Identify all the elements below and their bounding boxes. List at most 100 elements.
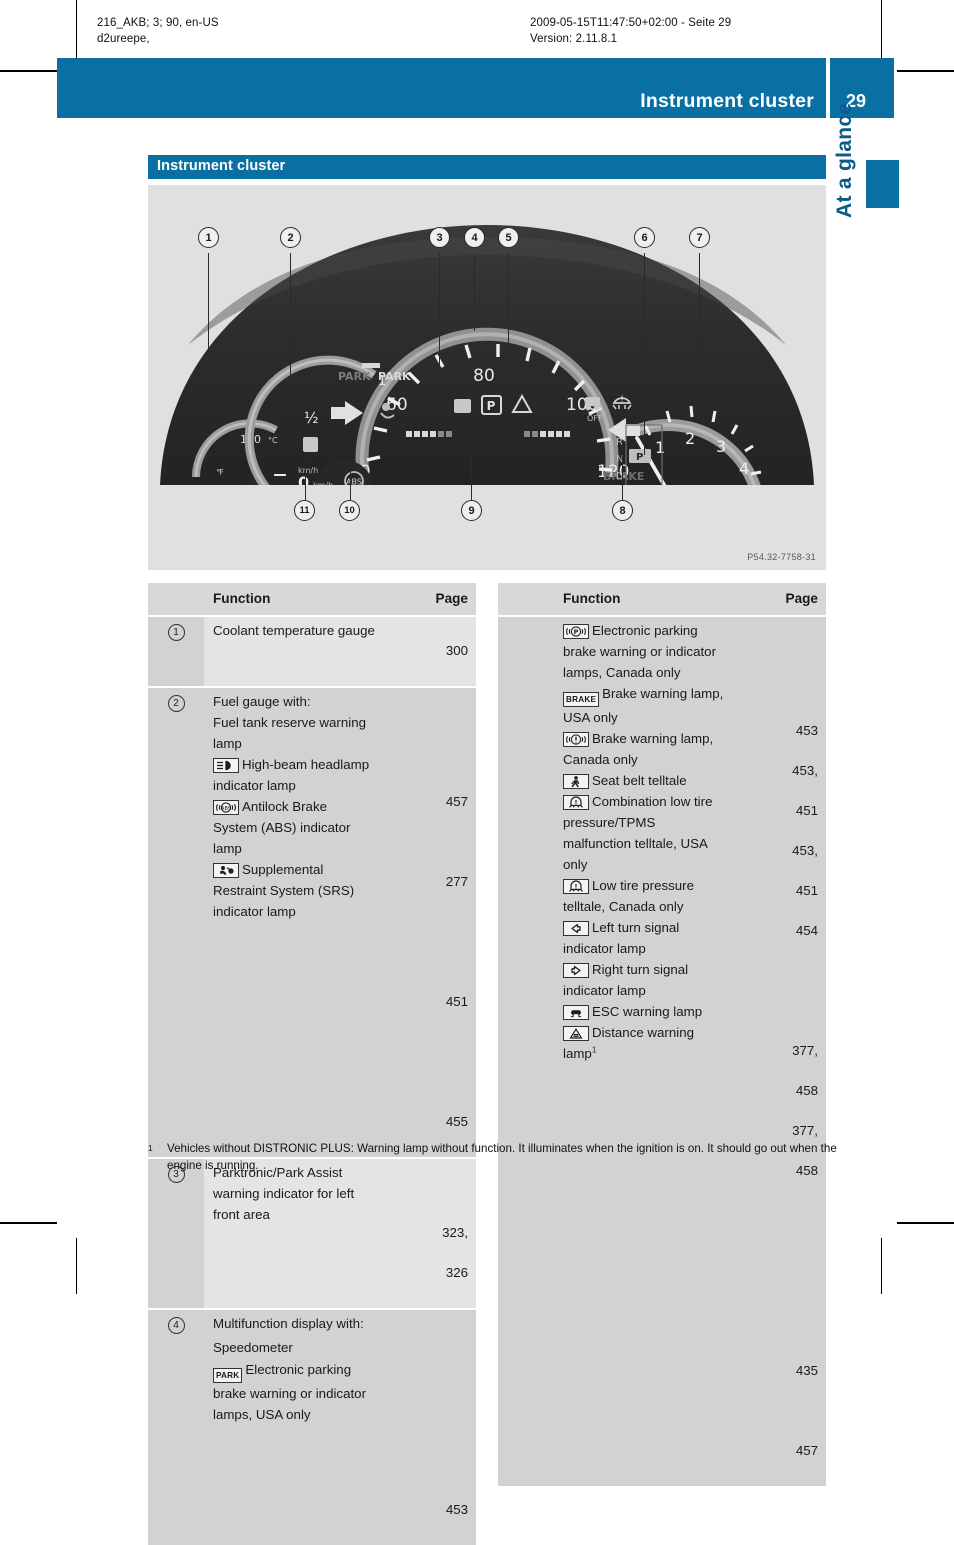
page-ref — [420, 952, 468, 972]
page-edge-left-top — [76, 0, 77, 58]
function-line-with-icon: Left turn signal — [563, 918, 764, 938]
chapter-tab-block — [866, 160, 899, 208]
svg-text:℉: ℉ — [216, 468, 224, 477]
callout-8: 8 — [612, 500, 633, 521]
leader-line-5 — [508, 253, 510, 379]
callout-4: 4 — [464, 227, 485, 248]
page-ref: 453 — [795, 723, 818, 738]
row-function-cell: Multifunction display with: Speedometer … — [204, 1310, 420, 1545]
leader-line-7 — [699, 253, 701, 403]
section-heading-bar: Instrument cluster — [148, 155, 826, 179]
function-line: brake warning or indicator — [563, 644, 716, 659]
callout-1: 1 — [198, 227, 219, 248]
page-edge-right-bottom — [881, 1238, 882, 1294]
function-line-with-icon: Distance warning — [563, 1023, 764, 1043]
row-function-cell: P Electronic parking brake warning or in… — [554, 617, 770, 1486]
page-ref — [420, 752, 468, 772]
svg-text:OFF: OFF — [587, 414, 603, 423]
page-ref — [420, 1032, 468, 1052]
function-line: pressure/TPMS — [563, 815, 656, 830]
print-info-right-line1: 2009-05-15T11:47:50+02:00 - Seite 29 — [530, 17, 732, 29]
crop-mark-top-right — [897, 70, 954, 72]
function-text: Combination low tire — [592, 794, 713, 809]
function-text: Distance warning — [592, 1025, 694, 1040]
callout-ref-4: 4 — [167, 1317, 185, 1334]
function-table-right: Function Page P Electronic parking brake… — [498, 583, 826, 1486]
cluster-artwork: 60 80 100 40 120 20 140 160 — [160, 225, 814, 560]
leader-line-2 — [290, 253, 292, 393]
tpms-telltale-icon: ! — [563, 795, 589, 810]
print-info-left-line2: d2ureepe, — [97, 33, 150, 45]
function-line-with-icon: PARK Electronic parking — [213, 1360, 414, 1383]
function-line-with-icon: High-beam headlamp — [213, 755, 414, 775]
page-ref: 458 — [795, 1083, 818, 1098]
leader-line-10 — [350, 457, 352, 500]
function-line: System (ABS) indicator — [213, 820, 351, 835]
svg-text:80: 80 — [473, 366, 495, 386]
function-line: lamp — [213, 736, 242, 751]
function-line: lamp1 — [563, 1044, 764, 1064]
svg-text:P: P — [574, 628, 579, 636]
row-page-cell: 453 — [420, 1310, 476, 1545]
page-ref — [420, 1183, 468, 1203]
function-line: lamp — [213, 841, 242, 856]
leader-line-4 — [474, 253, 476, 331]
svg-text:°C: °C — [268, 436, 278, 445]
callout-3: 3 — [429, 227, 450, 248]
row-page-cell: 323, 326 — [420, 1159, 476, 1308]
svg-text:5: 5 — [752, 488, 762, 507]
function-line: Coolant temperature gauge — [213, 623, 375, 638]
page-ref: 451 — [445, 994, 468, 1009]
function-line-with-icon: ! Combination low tire — [563, 792, 764, 812]
svg-text:C: C — [620, 535, 626, 545]
crop-mark-bottom-left — [0, 1222, 57, 1224]
function-text: lamp — [563, 1046, 592, 1061]
footnote-reference: 1 — [591, 1045, 597, 1055]
svg-text:2: 2 — [685, 429, 695, 448]
electronic-parking-brake-park-icon: PARK — [213, 1368, 243, 1383]
page-ref — [420, 912, 468, 932]
print-info-left-line1: 216_AKB; 3; 90, en-US — [97, 17, 219, 29]
function-line: front area — [213, 1207, 270, 1222]
header-band: Instrument cluster — [57, 58, 826, 118]
page-ref: 457 — [445, 794, 468, 809]
function-line: malfunction telltale, USA — [563, 836, 708, 851]
page-ref — [420, 1072, 468, 1092]
high-beam-headlamp-icon — [213, 758, 239, 773]
function-line: lamps, Canada only — [563, 665, 681, 680]
function-text: ESC warning lamp — [592, 1004, 703, 1019]
function-text: Antilock Brake — [242, 799, 327, 814]
esc-warning-icon — [563, 1005, 589, 1020]
page-ref — [420, 712, 468, 732]
function-line: warning indicator for left — [213, 1186, 355, 1201]
table-row: 3 Parktronic/Park Assist warning indicat… — [148, 1159, 476, 1308]
svg-text:0 rpm: 0 rpm — [373, 504, 409, 518]
function-line: Restraint System (SRS) — [213, 883, 355, 898]
row-function-cell: Fuel gauge with: Fuel tank reserve warni… — [204, 688, 420, 1157]
page-ref — [420, 832, 468, 852]
svg-text:1/min x 1000: 1/min x 1000 — [686, 550, 746, 560]
svg-text:ABS: ABS — [346, 478, 362, 487]
row-index-cell: 2 — [148, 688, 204, 1157]
page-ref: 277 — [445, 874, 468, 889]
table-header-row: Function Page — [498, 583, 826, 615]
function-text: Left turn signal — [592, 920, 680, 935]
svg-text:½: ½ — [304, 409, 319, 427]
page-ref: 457 — [795, 1443, 818, 1458]
svg-text:0: 0 — [298, 473, 309, 492]
svg-text:!: ! — [620, 395, 624, 405]
page-ref: 300 — [445, 643, 468, 658]
callout-ref-1: 1 — [167, 624, 185, 641]
section-heading-text: Instrument cluster — [157, 158, 286, 174]
function-line: telltale, Canada only — [563, 899, 684, 914]
page-ref: 377, — [792, 1123, 818, 1138]
function-line: Fuel tank reserve warning — [213, 715, 366, 730]
page-title: Instrument cluster — [640, 90, 814, 112]
function-line-with-icon: ! Low tire pressure — [563, 876, 764, 896]
row-index-cell: 4 — [148, 1310, 204, 1545]
function-line: only — [563, 857, 588, 872]
svg-text:BRAKE: BRAKE — [603, 470, 644, 483]
page-edge-left-bottom — [76, 1238, 77, 1294]
svg-text:ABS: ABS — [221, 806, 231, 812]
function-line-with-icon: Right turn signal — [563, 960, 764, 980]
